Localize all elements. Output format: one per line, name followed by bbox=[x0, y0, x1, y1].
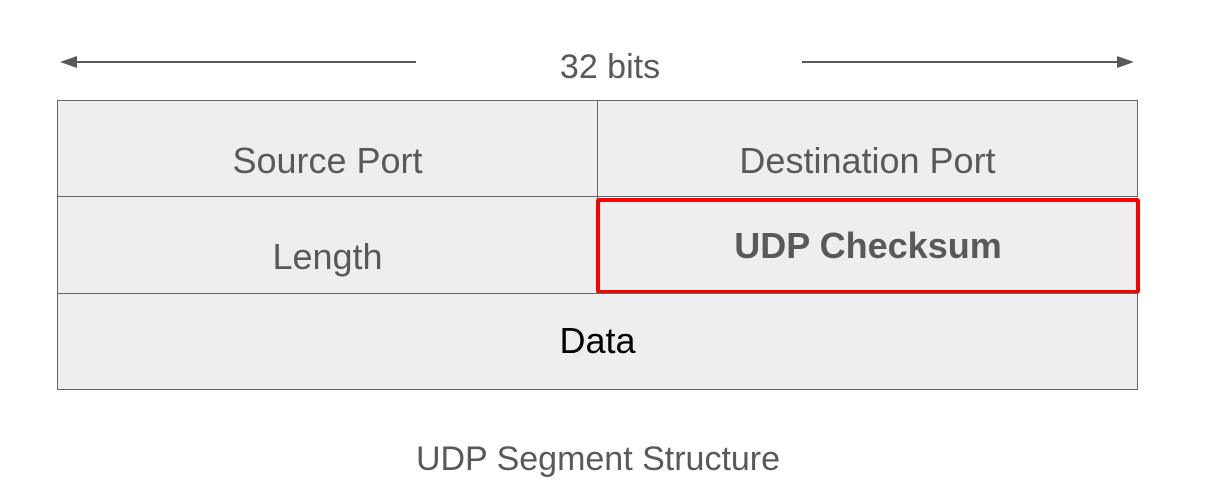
right-arrow-icon bbox=[802, 56, 1134, 68]
checksum-field-highlighted: UDP Checksum bbox=[596, 198, 1140, 294]
left-arrow-icon bbox=[60, 56, 416, 68]
length-label: Length bbox=[272, 236, 383, 277]
checksum-label: UDP Checksum bbox=[734, 225, 1002, 266]
source-port-field: Source Port bbox=[57, 100, 598, 197]
destination-port-field: Destination Port bbox=[597, 100, 1138, 197]
data-label: Data bbox=[559, 319, 636, 361]
diagram-caption: UDP Segment Structure bbox=[415, 440, 781, 478]
length-field: Length bbox=[57, 196, 598, 294]
destination-port-label: Destination Port bbox=[739, 139, 996, 181]
data-field: Data bbox=[57, 293, 1138, 390]
bit-width-label: 32 bits bbox=[559, 48, 661, 86]
source-port-label: Source Port bbox=[232, 139, 423, 181]
